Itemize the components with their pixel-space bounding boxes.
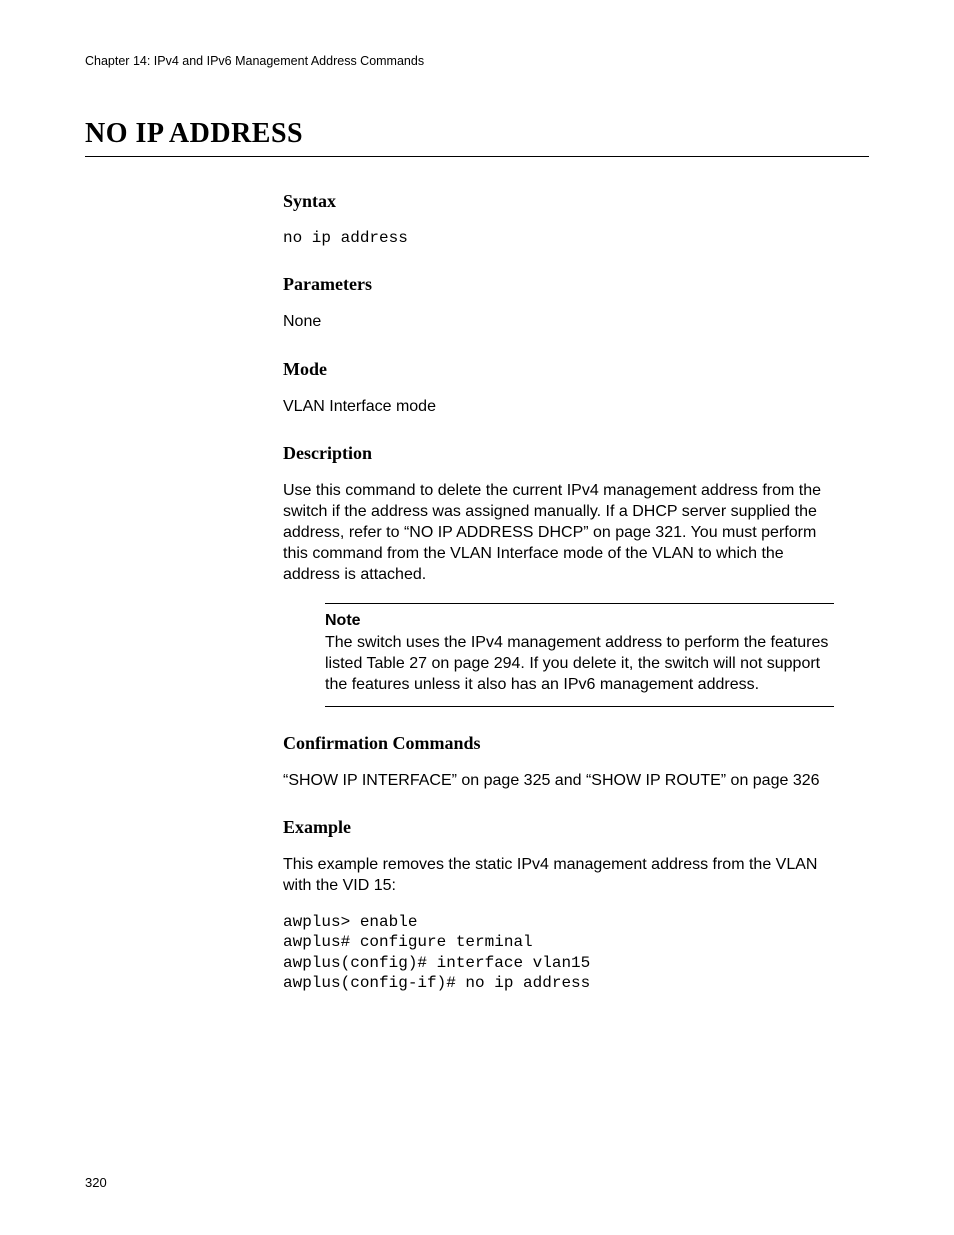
chapter-header: Chapter 14: IPv4 and IPv6 Management Add… — [85, 54, 869, 68]
syntax-heading: Syntax — [283, 191, 834, 212]
page: Chapter 14: IPv4 and IPv6 Management Add… — [0, 0, 954, 1235]
parameters-heading: Parameters — [283, 274, 834, 295]
description-text: Use this command to delete the current I… — [283, 480, 834, 586]
mode-text: VLAN Interface mode — [283, 396, 834, 417]
example-intro: This example removes the static IPv4 man… — [283, 854, 834, 896]
description-heading: Description — [283, 443, 834, 464]
confirmation-text: “SHOW IP INTERFACE” on page 325 and “SHO… — [283, 770, 834, 791]
confirmation-heading: Confirmation Commands — [283, 733, 834, 754]
syntax-code: no ip address — [283, 228, 834, 248]
page-title: NO IP ADDRESS — [85, 118, 869, 157]
page-number: 320 — [85, 1175, 107, 1190]
content-column: Syntax no ip address Parameters None Mod… — [283, 191, 834, 994]
example-code: awplus> enable awplus# configure termina… — [283, 912, 834, 994]
mode-heading: Mode — [283, 359, 834, 380]
note-label: Note — [325, 612, 834, 630]
note-text: The switch uses the IPv4 management addr… — [325, 632, 834, 695]
note-box: Note The switch uses the IPv4 management… — [325, 603, 834, 706]
parameters-text: None — [283, 311, 834, 332]
example-heading: Example — [283, 817, 834, 838]
